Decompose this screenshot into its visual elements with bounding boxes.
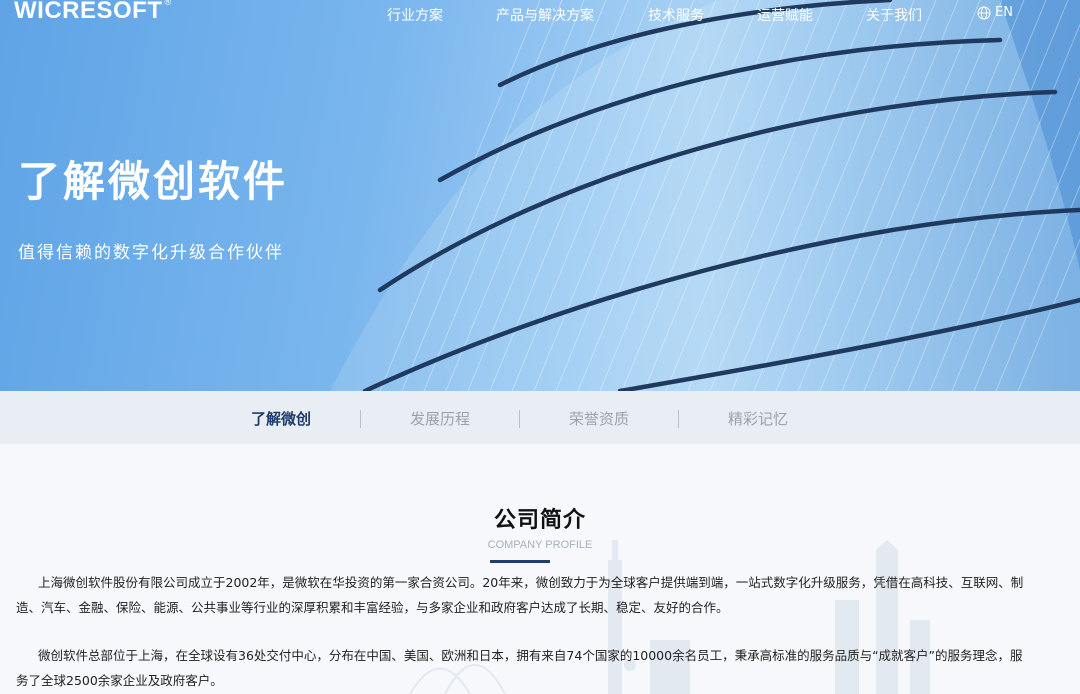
- section-underline: [490, 560, 550, 563]
- nav-industry-solutions[interactable]: 行业方案: [387, 5, 443, 25]
- profile-paragraph-2: 微创软件总部位于上海，在全球设有36处交付中心，分布在中国、美国、欧洲和日本，拥…: [16, 648, 1023, 688]
- profile-paragraph-1: 上海微创软件股份有限公司成立于2002年，是微软在华投资的第一家合资公司。20年…: [16, 575, 1024, 615]
- tab-memories[interactable]: 精彩记忆: [678, 408, 838, 429]
- globe-icon: [977, 6, 991, 19]
- tab-honors[interactable]: 荣誉资质: [519, 408, 679, 429]
- section-subtitle-en: COMPANY PROFILE: [487, 539, 593, 551]
- top-nav: WICRESOFT ® 行业方案 产品与解决方案 技术服务 运营赋能 关于我们 E…: [0, 0, 1080, 28]
- tab-about[interactable]: 了解微创: [201, 408, 361, 429]
- section-tabs: 了解微创 发展历程 荣誉资质 精彩记忆: [0, 391, 1080, 444]
- nav-about-us[interactable]: 关于我们: [866, 5, 922, 25]
- hero-banner: WICRESOFT ® 行业方案 产品与解决方案 技术服务 运营赋能 关于我们 E…: [0, 0, 1080, 391]
- nav-operations[interactable]: 运营赋能: [757, 5, 813, 25]
- language-switch[interactable]: EN: [977, 5, 1013, 20]
- section-title: 公司简介: [493, 508, 586, 533]
- language-label: EN: [995, 5, 1013, 20]
- nav-tech-services[interactable]: 技术服务: [648, 5, 704, 25]
- tab-history[interactable]: 发展历程: [360, 408, 520, 429]
- nav-products-solutions[interactable]: 产品与解决方案: [496, 5, 594, 25]
- hero-title: 了解微创软件: [18, 157, 289, 206]
- logo[interactable]: WICRESOFT ®: [14, 0, 172, 25]
- hero-subtitle: 值得信赖的数字化升级合作伙伴: [18, 243, 284, 263]
